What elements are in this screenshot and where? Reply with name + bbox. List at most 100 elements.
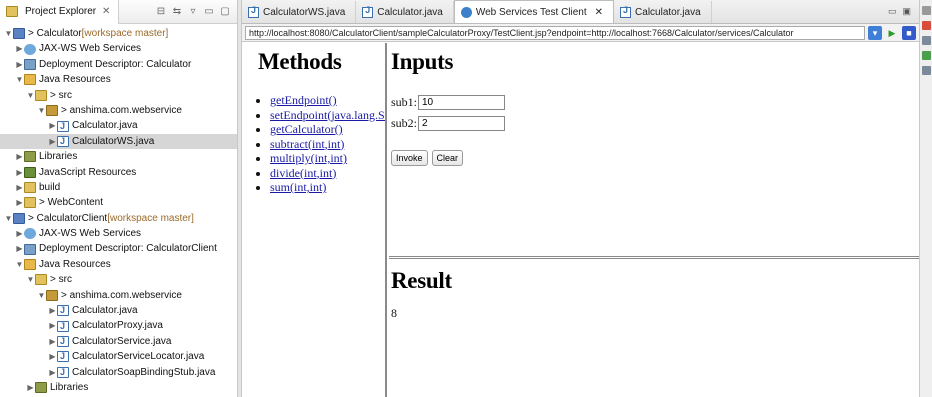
tree-item[interactable]: ▼ Java Resources (0, 72, 237, 87)
expanded-arrow-icon[interactable]: ▼ (37, 288, 46, 303)
editor-tab[interactable]: CalculatorWS.java (242, 1, 357, 23)
url-field[interactable]: http://localhost:8080/CalculatorClient/s… (245, 25, 865, 40)
sub2-row: sub2: (391, 116, 919, 131)
tree-item[interactable]: ▶ CalculatorServiceLocator.java (0, 349, 237, 364)
close-icon[interactable]: ✕ (100, 6, 112, 18)
url-history-dropdown-icon[interactable]: ▾ (868, 25, 882, 40)
editor-tab-label: Calculator.java (377, 6, 443, 18)
tree-item[interactable]: ▶ Deployment Descriptor: CalculatorClient (0, 241, 237, 256)
minimize-editor-icon[interactable]: ▭ (888, 6, 897, 17)
collapsed-arrow-icon[interactable]: ▶ (15, 165, 24, 180)
collapsed-arrow-icon[interactable]: ▶ (15, 195, 24, 210)
tree-item[interactable]: ▼ > src (0, 272, 237, 287)
collapsed-arrow-icon[interactable]: ▶ (48, 349, 57, 364)
tree-item[interactable]: ▶ JAX-WS Web Services (0, 41, 237, 56)
method-item: multiply(int,int) (270, 151, 385, 166)
tree-item[interactable]: ▶ Calculator.java (0, 118, 237, 134)
problems-view-icon[interactable] (922, 21, 931, 30)
collapsed-arrow-icon[interactable]: ▶ (48, 365, 57, 380)
view-menu-icon[interactable]: ▿ (187, 6, 199, 18)
close-icon[interactable]: ✕ (595, 7, 603, 18)
method-link[interactable]: multiply(int,int) (270, 151, 347, 165)
maximize-editor-icon[interactable]: ▣ (902, 6, 911, 17)
j-icon (57, 134, 69, 149)
method-link[interactable]: divide(int,int) (270, 166, 336, 180)
editor-tab[interactable]: Web Services Test Client ✕ (453, 0, 615, 23)
collapsed-arrow-icon[interactable]: ▶ (26, 380, 35, 395)
result-frame: Result 8 (389, 262, 919, 397)
method-link[interactable]: setEndpoint(java.lang.String) (270, 108, 385, 122)
editor-tab-bar: CalculatorWS.java Calculator.java Web Serv… (242, 0, 919, 24)
tree-item[interactable]: ▶ CalculatorSoapBindingStub.java (0, 365, 237, 380)
method-link[interactable]: getCalculator() (270, 122, 343, 136)
overflow-icon[interactable] (922, 6, 931, 15)
invoke-button[interactable]: Invoke (391, 150, 428, 166)
tree-item[interactable]: ▼ > CalculatorClient [workspace master] (0, 211, 237, 226)
tree-item[interactable]: ▶ CalculatorProxy.java (0, 318, 237, 334)
collapsed-arrow-icon[interactable]: ▶ (15, 41, 24, 56)
project-explorer-tab[interactable]: Project Explorer ✕ (0, 0, 120, 24)
tree-item[interactable]: ▶ Calculator.java (0, 303, 237, 318)
tree-item[interactable]: ▶ Libraries (0, 149, 237, 164)
method-link[interactable]: sum(int,int) (270, 180, 326, 194)
collapsed-arrow-icon[interactable]: ▶ (15, 149, 24, 164)
sub2-input[interactable] (418, 116, 505, 131)
link-with-editor-icon[interactable]: ⇆ (171, 6, 183, 18)
tree-item[interactable]: ▶ JAX-WS Web Services (0, 226, 237, 241)
jax-icon (24, 43, 36, 55)
editor-tab[interactable]: Calculator.java (356, 1, 454, 23)
maximize-icon[interactable]: ▢ (219, 6, 231, 18)
lib-icon (24, 151, 36, 163)
result-value: 8 (391, 306, 397, 320)
method-link[interactable]: getEndpoint() (270, 93, 337, 107)
methods-frame: Methods getEndpoint()setEndpoint(java.la… (242, 43, 387, 397)
java-file-icon (362, 5, 374, 18)
collapsed-arrow-icon[interactable]: ▶ (48, 318, 57, 333)
expanded-arrow-icon[interactable]: ▼ (37, 103, 46, 118)
tree-item[interactable]: ▼ Java Resources (0, 257, 237, 272)
sub1-input[interactable] (418, 95, 505, 110)
collapse-all-icon[interactable]: ⊟ (155, 6, 167, 18)
tree-item[interactable]: ▼ > anshima.com.webservice (0, 103, 237, 118)
tree-item[interactable]: ▶ CalculatorService.java (0, 334, 237, 349)
servers-view-icon[interactable] (922, 51, 931, 60)
tree-item[interactable]: ▶ JavaScript Resources (0, 165, 237, 180)
editor-tab[interactable]: Calculator.java (614, 1, 712, 23)
collapsed-arrow-icon[interactable]: ▶ (15, 57, 24, 72)
expanded-arrow-icon[interactable]: ▼ (4, 26, 13, 41)
go-icon[interactable]: ▶ (885, 26, 899, 40)
collapsed-arrow-icon[interactable]: ▶ (15, 241, 24, 256)
outline-view-icon[interactable] (922, 36, 931, 45)
minimize-icon[interactable]: ▭ (203, 6, 215, 18)
collapsed-arrow-icon[interactable]: ▶ (48, 118, 57, 133)
workspace-annotation: [workspace master] (81, 28, 169, 39)
fold-icon (35, 89, 47, 101)
collapsed-arrow-icon[interactable]: ▶ (48, 303, 57, 318)
tree-item[interactable]: ▶ Deployment Descriptor: Calculator (0, 57, 237, 72)
method-link[interactable]: subtract(int,int) (270, 137, 344, 151)
collapsed-arrow-icon[interactable]: ▶ (48, 334, 57, 349)
tree-item[interactable]: ▼ > Calculator [workspace master] (0, 26, 237, 41)
tree-item[interactable]: ▶ > WebContent (0, 195, 237, 210)
tree-item[interactable]: ▶ build (0, 180, 237, 195)
tree-item[interactable]: ▼ > anshima.com.webservice (0, 288, 237, 303)
expanded-arrow-icon[interactable]: ▼ (26, 88, 35, 103)
tree-item[interactable]: ▶ CalculatorWS.java (0, 133, 237, 149)
stop-icon[interactable]: ■ (902, 25, 916, 40)
collapsed-arrow-icon[interactable]: ▶ (48, 134, 57, 149)
tree-item-label: > src (50, 274, 72, 286)
expanded-arrow-icon[interactable]: ▼ (15, 257, 24, 272)
tree-item[interactable]: ▶ Libraries (0, 380, 237, 395)
expanded-arrow-icon[interactable]: ▼ (15, 72, 24, 87)
collapsed-arrow-icon[interactable]: ▶ (15, 226, 24, 241)
expanded-arrow-icon[interactable]: ▼ (4, 211, 13, 226)
clear-button[interactable]: Clear (431, 150, 464, 166)
console-view-icon[interactable] (922, 66, 931, 75)
method-item: subtract(int,int) (270, 137, 385, 152)
collapsed-arrow-icon[interactable]: ▶ (15, 180, 24, 195)
sub1-row: sub1: (391, 95, 919, 110)
url-bar: http://localhost:8080/CalculatorClient/s… (242, 24, 919, 42)
expanded-arrow-icon[interactable]: ▼ (26, 272, 35, 287)
j-icon (57, 334, 69, 349)
tree-item[interactable]: ▼ > src (0, 88, 237, 103)
